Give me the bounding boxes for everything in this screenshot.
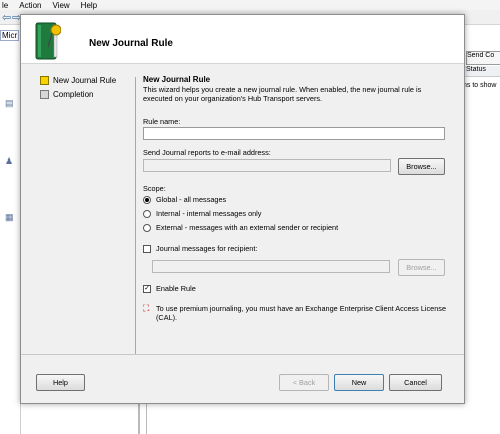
back-arrow-icon[interactable]: ⇦ — [2, 11, 11, 24]
console-tree-pane — [0, 25, 21, 434]
cancel-button[interactable]: Cancel — [389, 374, 442, 391]
scope-global-radio[interactable]: Global - all messages — [143, 195, 226, 204]
user-icon: ♟ — [5, 156, 14, 166]
license-warning-icon: ⛶ — [143, 303, 150, 313]
license-info-text: To use premium journaling, you must have… — [156, 304, 447, 322]
send-connector-button[interactable]: Send Co — [466, 51, 500, 65]
scope-internal-radio[interactable]: Internal - internal messages only — [143, 209, 261, 218]
radio-label: External - messages with an external sen… — [156, 223, 339, 232]
menu-help[interactable]: Help — [81, 1, 97, 10]
rule-name-label: Rule name: — [143, 117, 181, 126]
recipient-checkbox[interactable] — [143, 244, 151, 253]
menu-file[interactable]: le — [2, 1, 8, 10]
enable-rule-row[interactable]: ✓ Enable Rule — [143, 284, 196, 293]
enable-rule-checkbox[interactable]: ✓ — [143, 284, 151, 293]
actions-hint-text: ns to show — [463, 82, 497, 89]
rule-name-input[interactable] — [143, 127, 445, 140]
menu-action[interactable]: Action — [19, 1, 41, 10]
menu-view[interactable]: View — [52, 1, 69, 10]
recipient-field — [152, 260, 390, 273]
step-inactive-icon — [40, 90, 49, 99]
journal-book-icon — [35, 22, 61, 60]
radio-label: Global - all messages — [156, 195, 227, 204]
recipient-label: Journal messages for recipient: — [156, 244, 258, 253]
journal-address-field — [143, 159, 391, 172]
status-column-header[interactable]: Status — [464, 66, 500, 77]
server-icon: ▤ — [5, 98, 14, 108]
page-description: This wizard helps you create a new journ… — [143, 85, 422, 103]
step-new-journal-rule[interactable]: New Journal Rule — [40, 76, 116, 85]
new-button[interactable]: New — [334, 374, 384, 391]
wizard-content: New Journal Rule This wizard helps you c… — [143, 64, 453, 354]
send-reports-label: Send Journal reports to e-mail address: — [143, 148, 271, 157]
steps-divider — [135, 77, 136, 354]
organization-icon: ▦ — [5, 212, 14, 222]
help-button[interactable]: Help — [36, 374, 85, 391]
scope-external-radio[interactable]: External - messages with an external sen… — [143, 223, 338, 232]
step-active-icon — [40, 76, 49, 85]
scope-label: Scope: — [143, 184, 166, 193]
radio-label: Internal - internal messages only — [156, 209, 262, 218]
enable-rule-label: Enable Rule — [156, 284, 196, 293]
radio-button[interactable] — [143, 209, 151, 218]
radio-button[interactable] — [143, 223, 151, 232]
console-tree-item[interactable]: Micr — [0, 30, 20, 41]
pane-splitter[interactable] — [138, 400, 147, 434]
menu-bar: le Action View Help — [0, 0, 500, 10]
wizard-steps: New Journal Rule Completion — [21, 64, 133, 354]
radio-button[interactable] — [143, 195, 151, 204]
wizard-header: New Journal Rule — [21, 15, 464, 64]
new-journal-rule-wizard: New Journal Rule New Journal Rule Comple… — [20, 14, 465, 404]
step-label: New Journal Rule — [53, 76, 117, 85]
step-completion[interactable]: Completion — [40, 90, 93, 99]
recipient-checkbox-row[interactable]: Journal messages for recipient: — [143, 244, 257, 253]
back-button: < Back — [279, 374, 329, 391]
wizard-title: New Journal Rule — [89, 38, 173, 49]
step-label: Completion — [53, 90, 94, 99]
footer-divider — [21, 354, 464, 355]
browse-address-button[interactable]: Browse... — [398, 158, 445, 175]
browse-recipient-button: Browse... — [398, 259, 445, 276]
page-heading: New Journal Rule — [143, 75, 211, 84]
